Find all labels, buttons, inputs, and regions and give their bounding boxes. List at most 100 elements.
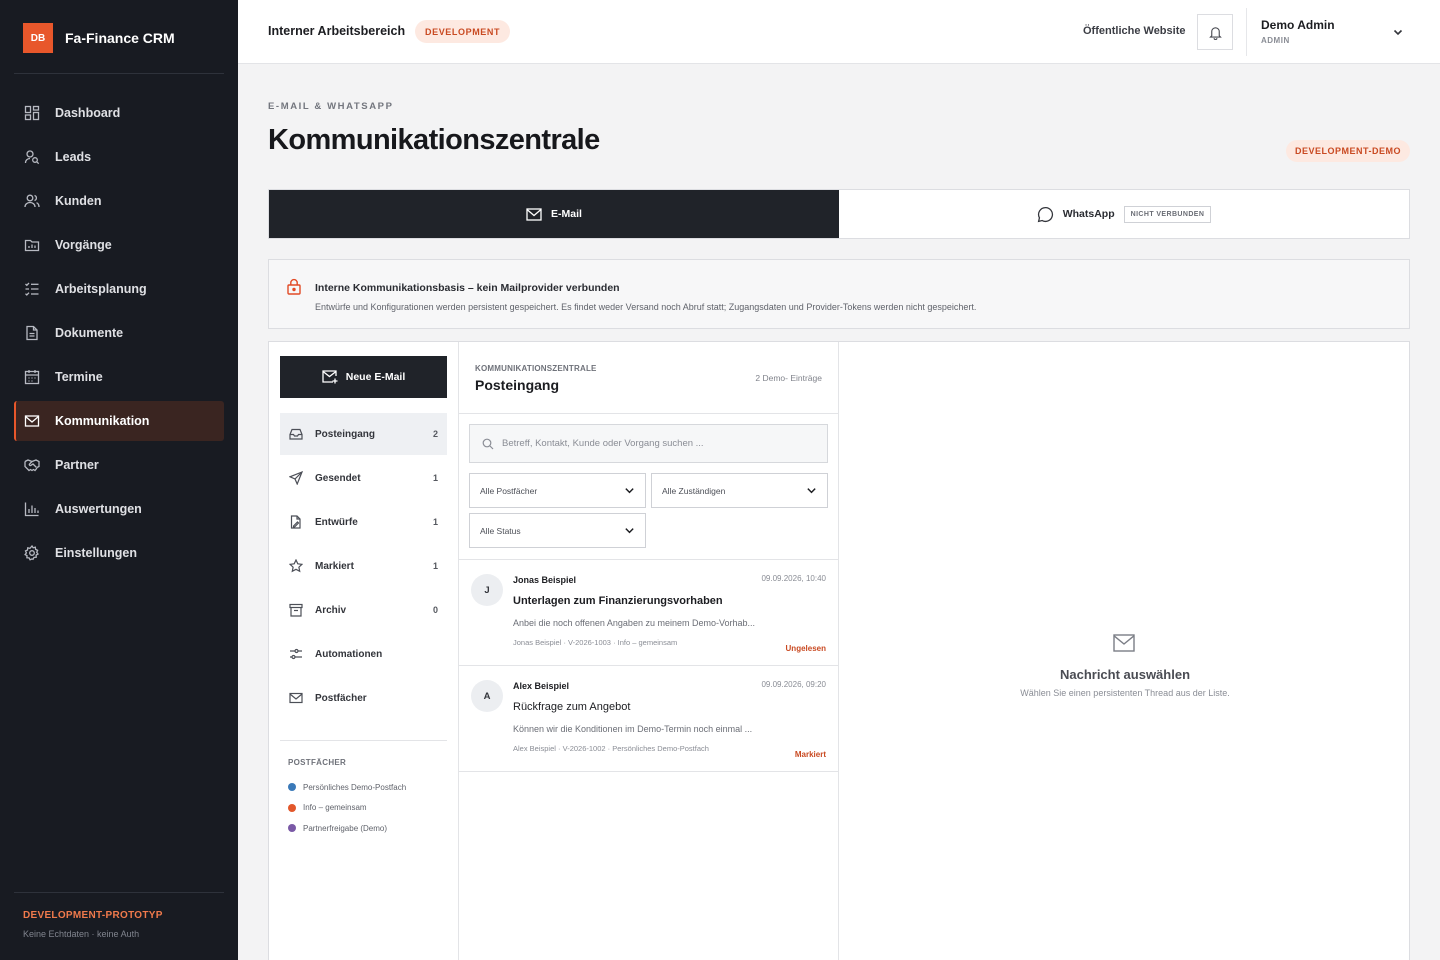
mailbox-filter-select[interactable]: Alle Postfächer [469,473,646,508]
sidebar-item-vorgaenge[interactable]: Vorgänge [14,225,224,265]
mailbox-label: Info – gemeinsam [303,803,367,813]
mail-icon [526,207,542,221]
sidebar-item-kommunikation[interactable]: Kommunikation [14,401,224,441]
tab-email-label: E-Mail [551,208,582,220]
status-filter-select[interactable]: Alle Status [469,513,646,548]
mailbox-item[interactable]: Persönliches Demo-Postfach [288,777,406,798]
mailbox-color-dot [288,824,296,833]
folder-label: Archiv [315,604,347,616]
folder-postfaecher[interactable]: Postfächer [280,677,447,719]
gear-icon [24,545,39,561]
thread-preview: Anbei die noch offenen Angaben zu meinem… [513,618,755,628]
mail-icon [24,415,40,427]
folder-chart-icon [24,239,40,252]
thread-subject: Rückfrage zum Angebot [513,701,631,713]
user-role: ADMIN [1261,36,1290,45]
sidebar-item-dokumente[interactable]: Dokumente [14,313,224,353]
thread-date: 09.09.2026, 10:40 [761,574,826,583]
tab-whatsapp[interactable]: WhatsApp NICHT VERBUNDEN [839,190,1409,238]
prototype-title: DEVELOPMENT-PROTOTYP [23,910,163,921]
sidebar-item-dashboard[interactable]: Dashboard [14,93,224,133]
sidebar-item-label: Auswertungen [55,502,142,516]
folder-markiert[interactable]: Markiert 1 [280,545,447,587]
thread-status: Ungelesen [785,644,826,653]
mail-icon [289,692,303,704]
sidebar: DB Fa-Finance CRM Dashboard Leads Kunden… [0,0,238,960]
thread-list-column: KOMMUNIKATIONSZENTRALE Posteingang 2 Dem… [459,342,839,960]
page-title: Kommunikationszentrale [268,124,600,156]
sidebar-item-auswertungen[interactable]: Auswertungen [14,489,224,529]
sidebar-footer-divider [14,892,224,893]
sidebar-nav: Dashboard Leads Kunden Vorgänge Arbeitsp… [14,93,224,577]
mailbox-section-title: POSTFÄCHER [288,758,347,767]
search-input[interactable] [502,438,802,449]
inbox-icon [289,428,303,440]
list-header-divider [459,413,838,414]
sidebar-item-kunden[interactable]: Kunden [14,181,224,221]
thread-sender: Jonas Beispiel [513,575,577,585]
send-icon [289,471,303,485]
folder-count: 2 [432,429,438,439]
folder-gesendet[interactable]: Gesendet 1 [280,457,447,499]
chevron-down-icon [625,488,634,494]
sidebar-item-label: Leads [55,150,92,164]
new-email-button[interactable]: Neue E-Mail [280,356,447,398]
calendar-icon [24,370,40,385]
public-website-link[interactable]: Öffentliche Website [1083,25,1185,37]
folder-posteingang[interactable]: Posteingang 2 [280,413,447,455]
thread-meta: Alex Beispiel · V-2026-1002 · Persönlich… [513,744,709,753]
folder-entwuerfe[interactable]: Entwürfe 1 [280,501,447,543]
folder-label: Automationen [315,648,383,660]
mailbox-divider [280,740,447,741]
assignee-filter-select[interactable]: Alle Zuständigen [651,473,828,508]
sidebar-item-label: Partner [55,458,99,472]
brand[interactable]: DB Fa-Finance CRM [23,23,175,53]
thread-row[interactable]: J Jonas Beispiel 09.09.2026, 10:40 Unter… [459,560,838,666]
search-box [469,424,828,463]
chevron-down-icon [807,488,816,494]
sidebar-item-leads[interactable]: Leads [14,137,224,177]
draft-icon [290,515,301,529]
users-icon [24,194,40,208]
avatar: J [471,574,503,606]
workspace-title: Interner Arbeitsbereich [268,24,406,38]
sidebar-item-label: Kommunikation [55,414,150,428]
mailbox-item[interactable]: Info – gemeinsam [288,798,406,819]
sidebar-item-label: Vorgänge [55,238,112,252]
sidebar-divider [14,73,224,74]
sidebar-item-label: Dokumente [55,326,124,340]
folder-count: 1 [432,517,438,527]
folder-label: Entwürfe [315,516,358,528]
sidebar-item-einstellungen[interactable]: Einstellungen [14,533,224,573]
whatsapp-status-badge: NICHT VERBUNDEN [1123,205,1212,223]
lock-icon [287,278,301,295]
mail-panel: Neue E-Mail Posteingang 2 Gesendet 1 Ent… [268,341,1410,960]
dashboard-icon [24,105,40,121]
sidebar-item-arbeitsplanung[interactable]: Arbeitsplanung [14,269,224,309]
star-icon [289,559,303,573]
header-separator [1246,8,1247,56]
brand-name: Fa-Finance CRM [65,30,175,46]
sidebar-item-label: Einstellungen [55,546,137,560]
list-title: Posteingang [475,377,560,393]
chat-bubble-icon [1037,206,1053,222]
folder-column: Neue E-Mail Posteingang 2 Gesendet 1 Ent… [269,342,459,960]
assignee-filter-value: Alle Zuständigen [662,485,726,496]
folder-archiv[interactable]: Archiv 0 [280,589,447,631]
notifications-button[interactable] [1197,14,1233,50]
empty-state-title: Nachricht auswählen [1059,667,1191,682]
user-name[interactable]: Demo Admin [1261,18,1335,32]
folder-automationen[interactable]: Automationen [280,633,447,675]
folder-label: Gesendet [315,472,361,484]
environment-badge: DEVELOPMENT [415,20,511,43]
mailbox-item[interactable]: Partnerfreigabe (Demo) [288,818,406,839]
tab-email[interactable]: E-Mail [269,190,839,238]
chevron-down-icon[interactable] [1392,26,1404,38]
chevron-down-icon [625,528,634,534]
notice-title: Interne Kommunikationsbasis – kein Mailp… [315,282,620,294]
sidebar-item-partner[interactable]: Partner [14,445,224,485]
folder-count: 1 [432,473,438,483]
channel-tabs: E-Mail WhatsApp NICHT VERBUNDEN [268,189,1410,239]
sidebar-item-termine[interactable]: Termine [14,357,224,397]
thread-row[interactable]: A Alex Beispiel 09.09.2026, 09:20 Rückfr… [459,666,838,772]
